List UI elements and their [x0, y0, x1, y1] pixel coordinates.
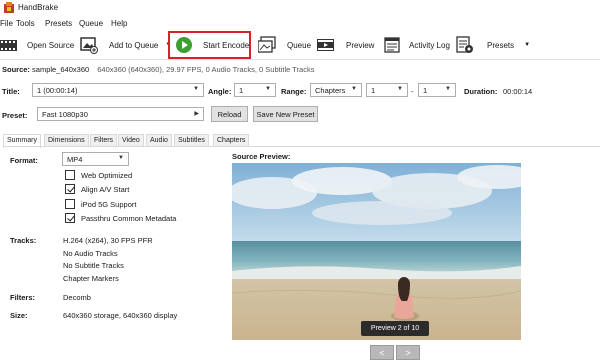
- track-item: No Audio Tracks: [63, 249, 118, 258]
- chevron-down-icon[interactable]: ▼: [524, 42, 530, 48]
- align-av-start-checkbox[interactable]: [65, 184, 75, 194]
- format-label: Format:: [10, 156, 38, 165]
- duration-label: Duration:: [464, 87, 498, 96]
- track-item: H.264 (x264), 30 FPS PFR: [63, 236, 153, 245]
- range-label: Range:: [281, 87, 307, 96]
- chevron-right-icon: ▶: [194, 111, 199, 117]
- range-mode-select[interactable]: Chapters ▼: [310, 83, 362, 97]
- preview-counter-badge: Preview 2 of 10: [361, 321, 429, 336]
- ipod-support-label: iPod 5G Support: [81, 200, 137, 209]
- window-title: HandBrake: [18, 3, 59, 12]
- web-optimized-label: Web Optimized: [81, 171, 133, 180]
- save-new-preset-button[interactable]: Save New Preset: [253, 106, 318, 122]
- divider: [3, 146, 600, 147]
- format-value: MP4: [67, 155, 83, 164]
- chevron-down-icon: ▼: [397, 86, 403, 92]
- title-select[interactable]: 1 (00:00:14) ▼: [32, 83, 204, 97]
- chevron-down-icon: ▼: [118, 155, 124, 161]
- video-preview-icon: [317, 39, 334, 51]
- duration-value: 00:00:14: [503, 87, 533, 96]
- source-info-row: Source: sample_640x360 640x360 (640x360)…: [2, 65, 314, 74]
- title-value: 1 (00:00:14): [37, 86, 78, 95]
- handbrake-logo-icon: [4, 2, 14, 13]
- title-bar: HandBrake: [0, 0, 600, 16]
- web-optimized-checkbox[interactable]: [65, 170, 75, 180]
- activity-log-button[interactable]: Activity Log: [384, 34, 450, 56]
- menu-bar: File Tools Presets Queue Help: [0, 16, 600, 30]
- preview-prev-button[interactable]: <: [370, 345, 394, 360]
- add-to-queue-label: Add to Queue: [109, 40, 159, 50]
- source-name: sample_640x360: [32, 65, 90, 74]
- track-item: No Subtitle Tracks: [63, 261, 124, 270]
- align-av-start-label: Align A/V Start: [81, 185, 130, 194]
- filters-value: Decomb: [63, 293, 91, 302]
- preview-image: [232, 163, 521, 340]
- preview-next-button[interactable]: >: [396, 345, 420, 360]
- menu-presets[interactable]: Presets: [45, 19, 72, 28]
- highlight-box: [168, 31, 251, 59]
- activity-log-icon: [384, 37, 400, 53]
- presets-button[interactable]: Presets ▼: [456, 34, 530, 56]
- source-label: Source:: [2, 65, 30, 74]
- source-preview-label: Source Preview:: [232, 152, 291, 161]
- menu-tools[interactable]: Tools: [16, 19, 35, 28]
- add-image-icon: [80, 37, 98, 54]
- chevron-down-icon: ▼: [445, 86, 451, 92]
- preview-button[interactable]: Preview: [317, 34, 374, 56]
- format-select[interactable]: MP4 ▼: [62, 152, 129, 166]
- menu-help[interactable]: Help: [111, 19, 127, 28]
- chevron-down-icon: ▼: [265, 86, 271, 92]
- menu-file[interactable]: File: [0, 19, 13, 28]
- ipod-support-checkbox[interactable]: [65, 199, 75, 209]
- title-label: Title:: [2, 87, 20, 96]
- size-label: Size:: [10, 311, 28, 320]
- size-value: 640x360 storage, 640x360 display: [63, 311, 178, 320]
- range-start-select[interactable]: 1 ▼: [366, 83, 408, 97]
- angle-select[interactable]: 1 ▼: [234, 83, 276, 97]
- queue-button[interactable]: Queue: [258, 34, 311, 56]
- queue-label: Queue: [287, 40, 312, 50]
- range-mode-value: Chapters: [315, 86, 346, 95]
- range-end-value: 1: [423, 86, 428, 95]
- reload-button[interactable]: Reload: [211, 106, 248, 122]
- add-to-queue-button[interactable]: Add to Queue ▼: [80, 34, 171, 56]
- preview-label: Preview: [346, 40, 375, 50]
- preset-select[interactable]: Fast 1080p30 ▶: [37, 107, 204, 121]
- preset-label: Preset:: [2, 111, 28, 120]
- open-source-button[interactable]: Open Source: [0, 34, 74, 56]
- angle-label: Angle:: [208, 87, 232, 96]
- passthru-metadata-label: Passthru Common Metadata: [81, 214, 177, 223]
- menu-queue[interactable]: Queue: [79, 19, 103, 28]
- passthru-metadata-checkbox[interactable]: [65, 213, 75, 223]
- range-start-value: 1: [371, 86, 376, 95]
- presets-label: Presets: [487, 40, 515, 50]
- preset-value: Fast 1080p30: [42, 110, 88, 119]
- range-separator: -: [411, 87, 414, 96]
- chevron-down-icon: ▼: [351, 86, 357, 92]
- toolbar: Open Source Add to Queue ▼ Start Encode …: [0, 30, 600, 60]
- film-strip-icon: [0, 40, 17, 51]
- filters-label: Filters:: [10, 293, 36, 302]
- presets-settings-icon: [456, 36, 473, 53]
- range-end-select[interactable]: 1 ▼: [418, 83, 456, 97]
- angle-value: 1: [239, 86, 244, 95]
- beach-preview-picture: [232, 163, 521, 340]
- track-item: Chapter Markers: [63, 274, 119, 283]
- chevron-down-icon: ▼: [193, 86, 199, 92]
- activity-log-label: Activity Log: [409, 40, 450, 50]
- open-source-label: Open Source: [27, 40, 75, 50]
- tracks-label: Tracks:: [10, 236, 37, 245]
- source-details: 640x360 (640x360), 29.97 FPS, 0 Audio Tr…: [97, 65, 315, 74]
- queue-icon: [258, 36, 276, 53]
